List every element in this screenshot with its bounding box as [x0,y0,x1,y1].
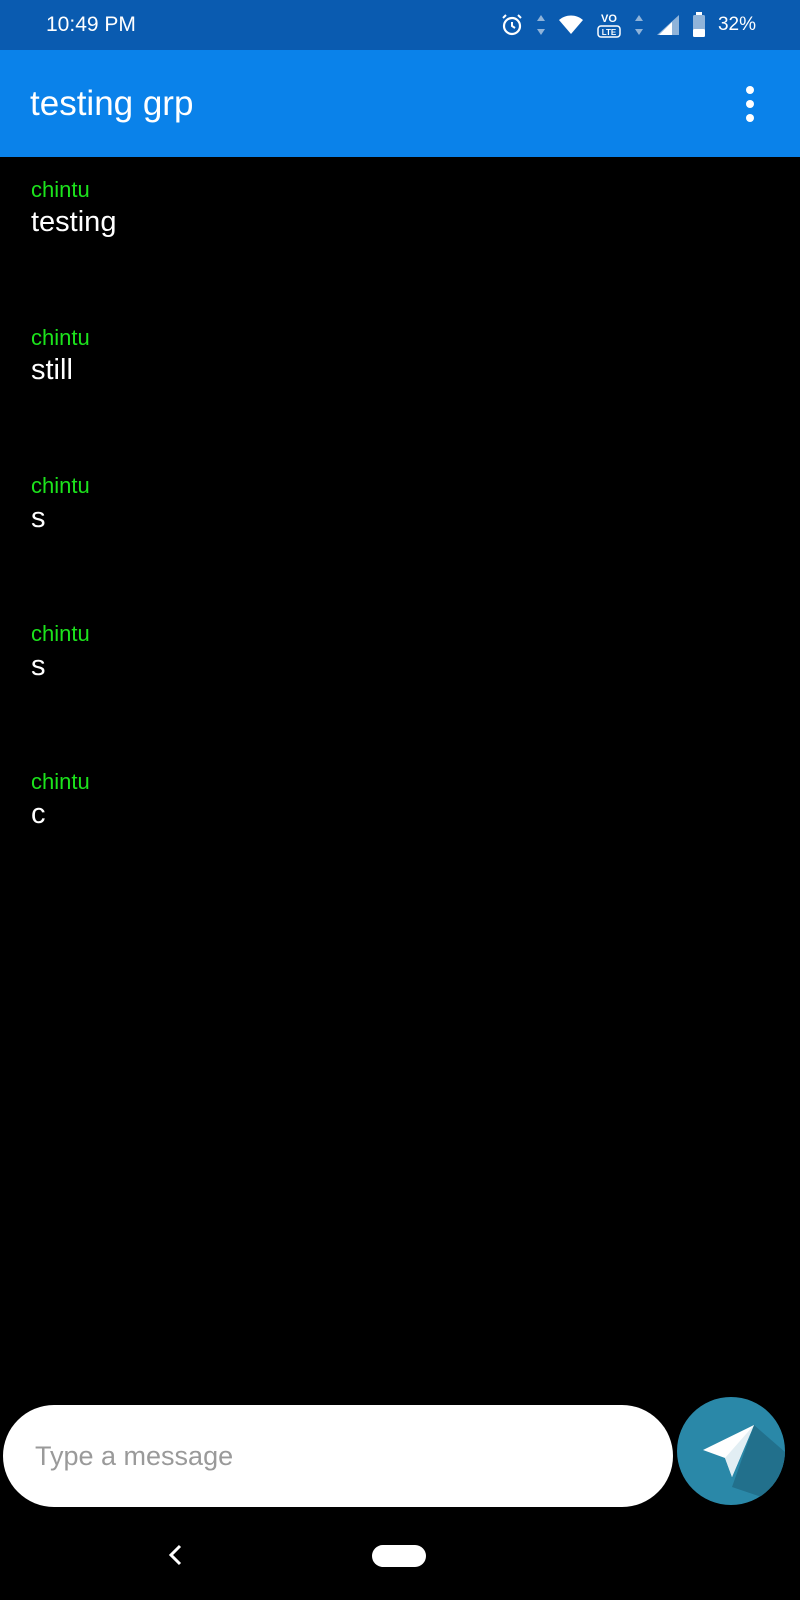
navigation-bar [0,1515,800,1600]
signal-icon [656,14,680,36]
status-time: 10:49 PM [46,13,136,36]
message-text: still [31,354,73,386]
message-sender: chintu [31,769,90,794]
wifi-icon [558,15,584,35]
message-composer [3,1405,673,1507]
message-text: testing [31,206,117,238]
battery-icon [692,12,706,38]
status-bar: 10:49 PM VO LTE 32% [0,0,800,50]
back-icon[interactable] [160,1535,190,1575]
volte-icon: VO LTE [596,11,622,39]
message-sender: chintu [31,621,90,646]
data-arrows-icon-2 [634,14,644,36]
message-list[interactable]: chintu testing chintu still chintu s chi… [0,157,800,1367]
message-input[interactable] [35,1440,641,1472]
more-vert-icon [746,85,754,94]
message-text: s [31,502,46,534]
svg-text:LTE: LTE [602,28,617,37]
data-arrows-icon [536,14,546,36]
message-item: chintu testing [31,177,800,325]
home-pill-icon[interactable] [372,1545,426,1567]
message-item: chintu c [31,769,800,917]
page-title: testing grp [30,83,194,123]
battery-percent: 32% [717,14,756,35]
message-sender: chintu [31,473,90,498]
message-sender: chintu [31,325,90,350]
more-options-button[interactable] [730,79,770,129]
status-icons: VO LTE 32% [500,11,756,39]
message-text: s [31,650,46,682]
message-item: chintu s [31,473,800,621]
message-item: chintu still [31,325,800,473]
svg-text:VO: VO [601,13,617,25]
message-item: chintu s [31,621,800,769]
alarm-icon [500,13,524,37]
message-text: c [31,798,46,830]
app-bar: testing grp [0,50,800,157]
send-button[interactable] [677,1397,785,1505]
send-icon [703,1425,785,1505]
message-sender: chintu [31,177,90,202]
